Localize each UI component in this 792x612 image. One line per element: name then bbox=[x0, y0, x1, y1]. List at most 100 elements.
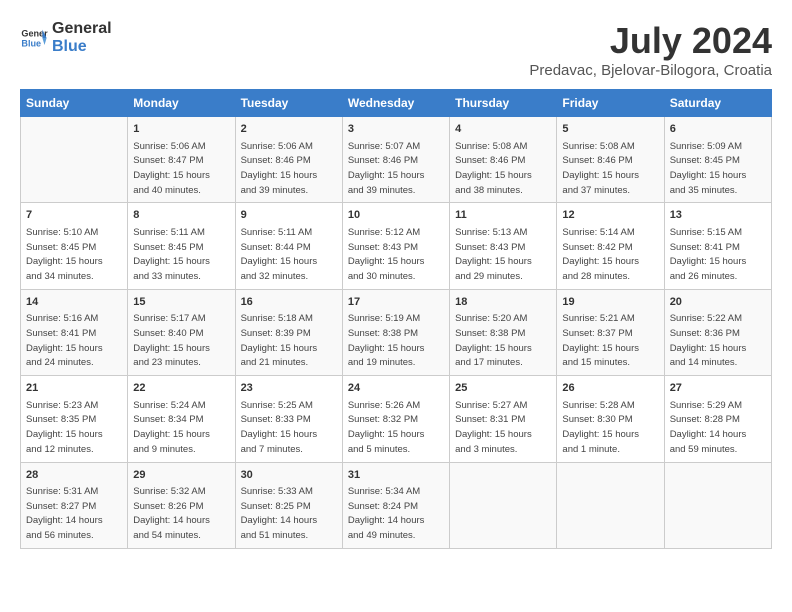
day-number: 26 bbox=[562, 380, 658, 397]
weekday-header-tuesday: Tuesday bbox=[235, 90, 342, 117]
day-number: 20 bbox=[670, 294, 766, 311]
day-info: Sunrise: 5:15 AM Sunset: 8:41 PM Dayligh… bbox=[670, 226, 766, 285]
calendar-cell: 30Sunrise: 5:33 AM Sunset: 8:25 PM Dayli… bbox=[235, 462, 342, 548]
calendar-cell: 15Sunrise: 5:17 AM Sunset: 8:40 PM Dayli… bbox=[128, 289, 235, 375]
calendar-week-row: 21Sunrise: 5:23 AM Sunset: 8:35 PM Dayli… bbox=[21, 376, 772, 462]
calendar-cell: 17Sunrise: 5:19 AM Sunset: 8:38 PM Dayli… bbox=[342, 289, 449, 375]
weekday-header-saturday: Saturday bbox=[664, 90, 771, 117]
logo-icon: General Blue bbox=[20, 24, 48, 52]
day-number: 14 bbox=[26, 294, 122, 311]
day-info: Sunrise: 5:26 AM Sunset: 8:32 PM Dayligh… bbox=[348, 399, 444, 458]
day-number: 10 bbox=[348, 207, 444, 224]
weekday-header-sunday: Sunday bbox=[21, 90, 128, 117]
day-info: Sunrise: 5:13 AM Sunset: 8:43 PM Dayligh… bbox=[455, 226, 551, 285]
day-info: Sunrise: 5:31 AM Sunset: 8:27 PM Dayligh… bbox=[26, 485, 122, 544]
calendar-cell: 23Sunrise: 5:25 AM Sunset: 8:33 PM Dayli… bbox=[235, 376, 342, 462]
calendar-table: SundayMondayTuesdayWednesdayThursdayFrid… bbox=[20, 89, 772, 549]
day-info: Sunrise: 5:08 AM Sunset: 8:46 PM Dayligh… bbox=[455, 140, 551, 199]
calendar-cell: 7 Sunrise: 5:10 AM Sunset: 8:45 PM Daylig… bbox=[21, 203, 128, 289]
calendar-week-row: 1 Sunrise: 5:06 AM Sunset: 8:47 PM Daylig… bbox=[21, 117, 772, 203]
day-number: 1 bbox=[133, 121, 229, 138]
day-number: 31 bbox=[348, 467, 444, 484]
calendar-cell: 21Sunrise: 5:23 AM Sunset: 8:35 PM Dayli… bbox=[21, 376, 128, 462]
day-number: 6 bbox=[670, 121, 766, 138]
weekday-header-wednesday: Wednesday bbox=[342, 90, 449, 117]
calendar-cell: 16Sunrise: 5:18 AM Sunset: 8:39 PM Dayli… bbox=[235, 289, 342, 375]
calendar-cell bbox=[450, 462, 557, 548]
day-number: 23 bbox=[241, 380, 337, 397]
day-number: 5 bbox=[562, 121, 658, 138]
calendar-cell: 28Sunrise: 5:31 AM Sunset: 8:27 PM Dayli… bbox=[21, 462, 128, 548]
calendar-cell: 1 Sunrise: 5:06 AM Sunset: 8:47 PM Daylig… bbox=[128, 117, 235, 203]
day-info: Sunrise: 5:29 AM Sunset: 8:28 PM Dayligh… bbox=[670, 399, 766, 458]
calendar-cell: 18Sunrise: 5:20 AM Sunset: 8:38 PM Dayli… bbox=[450, 289, 557, 375]
calendar-cell: 20Sunrise: 5:22 AM Sunset: 8:36 PM Dayli… bbox=[664, 289, 771, 375]
calendar-cell: 12 Sunrise: 5:14 AM Sunset: 8:42 PM Dayli… bbox=[557, 203, 664, 289]
title-block: July 2024 Predavac, Bjelovar-Bilogora, C… bbox=[529, 20, 772, 79]
calendar-cell: 3 Sunrise: 5:07 AM Sunset: 8:46 PM Daylig… bbox=[342, 117, 449, 203]
day-info: Sunrise: 5:11 AM Sunset: 8:44 PM Dayligh… bbox=[241, 226, 337, 285]
day-info: Sunrise: 5:06 AM Sunset: 8:47 PM Dayligh… bbox=[133, 140, 229, 199]
day-number: 25 bbox=[455, 380, 551, 397]
calendar-cell: 13 Sunrise: 5:15 AM Sunset: 8:41 PM Dayli… bbox=[664, 203, 771, 289]
day-info: Sunrise: 5:17 AM Sunset: 8:40 PM Dayligh… bbox=[133, 312, 229, 371]
day-number: 30 bbox=[241, 467, 337, 484]
day-number: 16 bbox=[241, 294, 337, 311]
calendar-cell: 27 Sunrise: 5:29 AM Sunset: 8:28 PM Dayli… bbox=[664, 376, 771, 462]
calendar-week-row: 14Sunrise: 5:16 AM Sunset: 8:41 PM Dayli… bbox=[21, 289, 772, 375]
day-info: Sunrise: 5:23 AM Sunset: 8:35 PM Dayligh… bbox=[26, 399, 122, 458]
calendar-cell: 24 Sunrise: 5:26 AM Sunset: 8:32 PM Dayli… bbox=[342, 376, 449, 462]
weekday-header-row: SundayMondayTuesdayWednesdayThursdayFrid… bbox=[21, 90, 772, 117]
day-info: Sunrise: 5:09 AM Sunset: 8:45 PM Dayligh… bbox=[670, 140, 766, 199]
day-number: 3 bbox=[348, 121, 444, 138]
day-info: Sunrise: 5:27 AM Sunset: 8:31 PM Dayligh… bbox=[455, 399, 551, 458]
day-info: Sunrise: 5:11 AM Sunset: 8:45 PM Dayligh… bbox=[133, 226, 229, 285]
calendar-cell: 6 Sunrise: 5:09 AM Sunset: 8:45 PM Daylig… bbox=[664, 117, 771, 203]
day-info: Sunrise: 5:07 AM Sunset: 8:46 PM Dayligh… bbox=[348, 140, 444, 199]
location-title: Predavac, Bjelovar-Bilogora, Croatia bbox=[529, 62, 772, 79]
day-number: 27 bbox=[670, 380, 766, 397]
day-info: Sunrise: 5:10 AM Sunset: 8:45 PM Dayligh… bbox=[26, 226, 122, 285]
day-info: Sunrise: 5:08 AM Sunset: 8:46 PM Dayligh… bbox=[562, 140, 658, 199]
day-info: Sunrise: 5:28 AM Sunset: 8:30 PM Dayligh… bbox=[562, 399, 658, 458]
calendar-cell: 11Sunrise: 5:13 AM Sunset: 8:43 PM Dayli… bbox=[450, 203, 557, 289]
day-number: 2 bbox=[241, 121, 337, 138]
logo-blue-text: Blue bbox=[52, 38, 112, 56]
calendar-body: 1 Sunrise: 5:06 AM Sunset: 8:47 PM Daylig… bbox=[21, 117, 772, 549]
day-number: 28 bbox=[26, 467, 122, 484]
logo-general-text: General bbox=[52, 20, 112, 38]
day-info: Sunrise: 5:16 AM Sunset: 8:41 PM Dayligh… bbox=[26, 312, 122, 371]
calendar-cell bbox=[21, 117, 128, 203]
day-number: 4 bbox=[455, 121, 551, 138]
day-info: Sunrise: 5:12 AM Sunset: 8:43 PM Dayligh… bbox=[348, 226, 444, 285]
day-info: Sunrise: 5:19 AM Sunset: 8:38 PM Dayligh… bbox=[348, 312, 444, 371]
day-number: 12 bbox=[562, 207, 658, 224]
calendar-cell: 26 Sunrise: 5:28 AM Sunset: 8:30 PM Dayli… bbox=[557, 376, 664, 462]
day-info: Sunrise: 5:34 AM Sunset: 8:24 PM Dayligh… bbox=[348, 485, 444, 544]
day-number: 17 bbox=[348, 294, 444, 311]
page-header: General Blue General Blue July 2024 Pred… bbox=[20, 20, 772, 79]
day-number: 24 bbox=[348, 380, 444, 397]
calendar-week-row: 7 Sunrise: 5:10 AM Sunset: 8:45 PM Daylig… bbox=[21, 203, 772, 289]
calendar-cell: 29Sunrise: 5:32 AM Sunset: 8:26 PM Dayli… bbox=[128, 462, 235, 548]
day-number: 29 bbox=[133, 467, 229, 484]
day-number: 22 bbox=[133, 380, 229, 397]
calendar-cell: 22Sunrise: 5:24 AM Sunset: 8:34 PM Dayli… bbox=[128, 376, 235, 462]
calendar-cell: 19Sunrise: 5:21 AM Sunset: 8:37 PM Dayli… bbox=[557, 289, 664, 375]
day-number: 7 bbox=[26, 207, 122, 224]
calendar-cell: 10 Sunrise: 5:12 AM Sunset: 8:43 PM Dayli… bbox=[342, 203, 449, 289]
calendar-cell: 5 Sunrise: 5:08 AM Sunset: 8:46 PM Daylig… bbox=[557, 117, 664, 203]
day-number: 13 bbox=[670, 207, 766, 224]
calendar-cell: 4 Sunrise: 5:08 AM Sunset: 8:46 PM Daylig… bbox=[450, 117, 557, 203]
month-title: July 2024 bbox=[529, 20, 772, 62]
calendar-cell: 14Sunrise: 5:16 AM Sunset: 8:41 PM Dayli… bbox=[21, 289, 128, 375]
weekday-header-thursday: Thursday bbox=[450, 90, 557, 117]
svg-text:Blue: Blue bbox=[21, 38, 41, 48]
day-number: 18 bbox=[455, 294, 551, 311]
day-info: Sunrise: 5:32 AM Sunset: 8:26 PM Dayligh… bbox=[133, 485, 229, 544]
calendar-cell: 25 Sunrise: 5:27 AM Sunset: 8:31 PM Dayli… bbox=[450, 376, 557, 462]
calendar-header: SundayMondayTuesdayWednesdayThursdayFrid… bbox=[21, 90, 772, 117]
weekday-header-friday: Friday bbox=[557, 90, 664, 117]
day-info: Sunrise: 5:20 AM Sunset: 8:38 PM Dayligh… bbox=[455, 312, 551, 371]
day-info: Sunrise: 5:14 AM Sunset: 8:42 PM Dayligh… bbox=[562, 226, 658, 285]
